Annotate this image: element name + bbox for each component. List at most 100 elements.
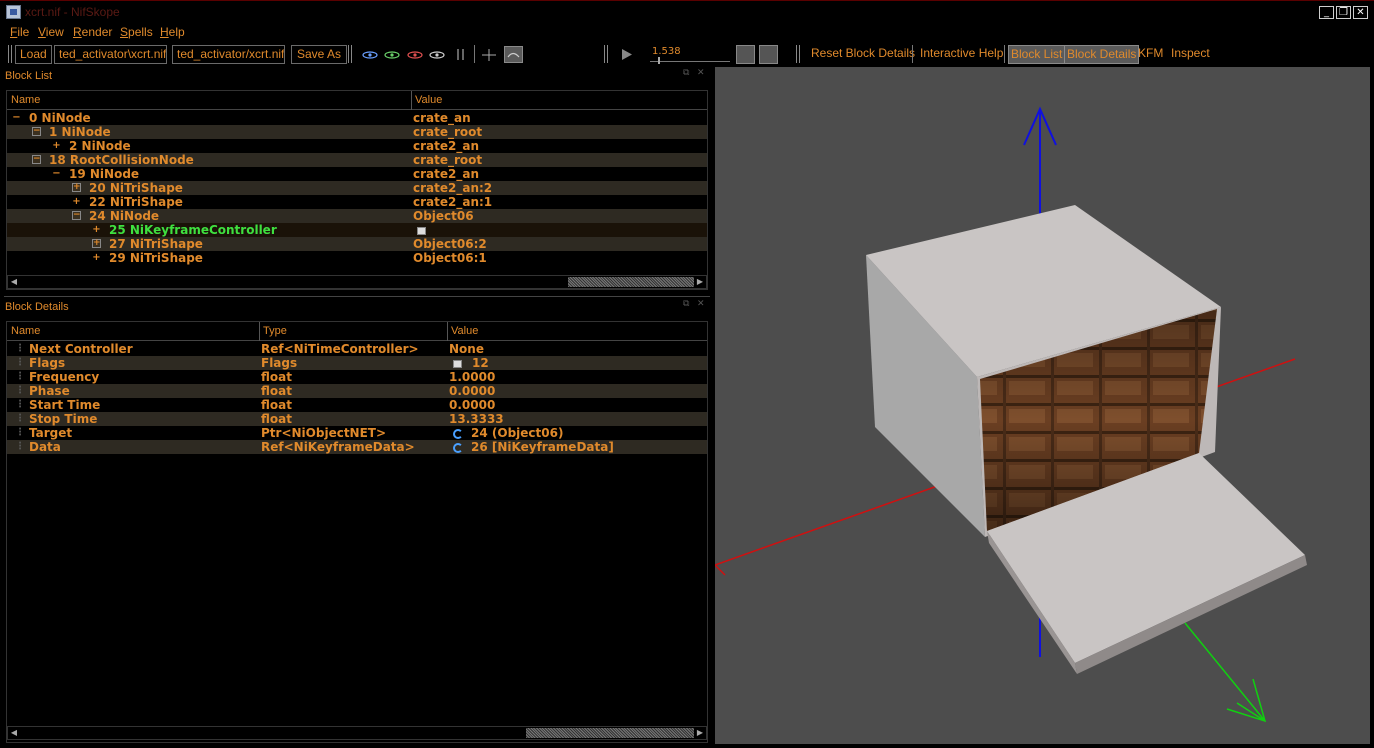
scroll-left-icon[interactable]: ◀ [8, 276, 20, 288]
eye-blue-icon[interactable] [361, 47, 379, 62]
expand-icon[interactable]: + [92, 251, 101, 265]
tree-row[interactable]: − 19 NiNode crate2_an [7, 167, 707, 181]
menu-render[interactable]: Render [73, 25, 112, 39]
tree-row[interactable]: + 22 NiTriShape crate2_an:1 [7, 195, 707, 209]
interactive-help-button[interactable]: Interactive Help [920, 45, 1003, 64]
field-value[interactable]: 26 [NiKeyframeData] [453, 440, 614, 454]
dock-float-icon[interactable]: ⧉ [683, 68, 689, 78]
expand-icon[interactable]: + [92, 239, 101, 248]
reset-block-details-button[interactable]: Reset Block Details [811, 45, 915, 64]
toolbar-handle-panels[interactable] [796, 45, 800, 63]
tree-row[interactable]: + 27 NiTriShape Object06:2 [7, 237, 707, 251]
block-details-hscrollbar[interactable]: ◀ ▶ [7, 726, 707, 740]
inspect-toggle[interactable]: Inspect [1171, 45, 1210, 64]
collapse-icon[interactable]: − [32, 127, 41, 136]
detail-row[interactable]: ⋮ Phase float 0.0000 [7, 384, 707, 398]
dock-close-icon[interactable]: ✕ [697, 68, 705, 78]
load-button[interactable]: Load [15, 45, 52, 64]
eye-red-icon[interactable] [406, 47, 424, 62]
detail-row[interactable]: ⋮ Start Time float 0.0000 [7, 398, 707, 412]
eye-green-icon[interactable] [383, 47, 401, 62]
col-name-header[interactable]: Name [11, 325, 40, 337]
tree-row-selected[interactable]: + 25 NiKeyframeController [7, 223, 707, 237]
detail-row[interactable]: ⋮ Target Ptr<NiObjectNET> 24 (Object06) [7, 426, 707, 440]
expand-icon[interactable]: + [72, 195, 81, 209]
toolbar-handle-view[interactable] [348, 45, 352, 63]
collapse-icon[interactable]: − [12, 111, 21, 125]
menu-spells[interactable]: Spells [120, 25, 153, 39]
expand-icon[interactable]: + [72, 183, 81, 192]
detail-row[interactable]: ⋮ Stop Time float 13.3333 [7, 412, 707, 426]
close-button[interactable]: ✕ [1353, 6, 1368, 19]
eye-white-icon[interactable] [428, 47, 446, 62]
detail-row[interactable]: ⋮ Next Controller Ref<NiTimeController> … [7, 342, 707, 356]
switch-anim-icon[interactable] [759, 45, 778, 64]
detail-row[interactable]: ⋮ Flags Flags 12 [7, 356, 707, 370]
field-value[interactable]: 0.0000 [449, 384, 495, 398]
expand-icon[interactable]: + [52, 139, 61, 153]
save-as-button[interactable]: Save As [291, 45, 348, 64]
scroll-thumb[interactable] [526, 728, 694, 738]
menu-view-label: iew [45, 25, 64, 39]
expand-icon[interactable]: + [92, 223, 101, 237]
tree-row[interactable]: − 1 NiNode crate_root [7, 125, 707, 139]
wireframe-icon[interactable] [504, 46, 523, 63]
col-type-header[interactable]: Type [263, 325, 287, 337]
block-list-toggle[interactable]: Block List [1008, 45, 1066, 64]
detail-row[interactable]: ⋮ Data Ref<NiKeyframeData> 26 [NiKeyfram… [7, 440, 707, 454]
scroll-right-icon[interactable]: ▶ [694, 727, 706, 739]
tree-row[interactable]: + 29 NiTriShape Object06:1 [7, 251, 707, 265]
play-icon[interactable] [618, 47, 636, 62]
walk-icon[interactable] [452, 47, 470, 62]
field-value[interactable]: 1.0000 [449, 370, 495, 384]
col-name-header[interactable]: Name [11, 94, 40, 106]
anim-time-slider[interactable]: 1.538 [650, 46, 730, 64]
block-name: 18 RootCollisionNode [49, 153, 194, 167]
collapse-icon[interactable]: − [72, 211, 81, 220]
tree-row[interactable]: + 2 NiNode crate2_an [7, 139, 707, 153]
flag-icon [417, 223, 436, 237]
restore-button[interactable]: ❐ [1336, 6, 1351, 19]
scroll-right-icon[interactable]: ▶ [694, 276, 706, 288]
save-path-field[interactable]: ted_activator/xcrt.nif [172, 45, 285, 64]
minimize-button[interactable]: _ [1319, 6, 1334, 19]
collapse-icon[interactable]: − [32, 155, 41, 164]
menu-help[interactable]: Help [160, 25, 185, 39]
block-list-tree[interactable]: Name Value − 0 NiNode crate_an − 1 NiNod… [6, 90, 708, 290]
dock-close-icon[interactable]: ✕ [697, 299, 705, 309]
render-viewport[interactable] [715, 67, 1370, 744]
menu-file-label: ile [17, 25, 30, 39]
block-details-tree[interactable]: Name Type Value ⋮ Next Controller Ref<Ni… [6, 321, 708, 743]
anim-time-handle[interactable] [658, 57, 660, 64]
menu-view[interactable]: View [38, 25, 64, 39]
block-name: 29 NiTriShape [109, 251, 203, 265]
load-path-field[interactable]: ted_activator\xcrt.nif [54, 45, 167, 64]
dock-splitter[interactable] [4, 296, 710, 297]
scroll-left-icon[interactable]: ◀ [8, 727, 20, 739]
tree-row[interactable]: − 0 NiNode crate_an [7, 111, 707, 125]
scroll-thumb[interactable] [568, 277, 694, 287]
field-value[interactable]: 24 (Object06) [453, 426, 563, 440]
tree-row[interactable]: + 20 NiTriShape crate2_an:2 [7, 181, 707, 195]
detail-row[interactable]: ⋮ Frequency float 1.0000 [7, 370, 707, 384]
field-value[interactable]: 0.0000 [449, 398, 495, 412]
field-value[interactable]: None [449, 342, 484, 356]
field-value[interactable]: 12 [453, 356, 489, 370]
menu-file[interactable]: File [10, 25, 29, 39]
col-value-header[interactable]: Value [415, 94, 442, 106]
dock-float-icon[interactable]: ⧉ [683, 299, 689, 309]
col-value-header[interactable]: Value [451, 325, 478, 337]
block-list-hscrollbar[interactable]: ◀ ▶ [7, 275, 707, 289]
collapse-icon[interactable]: − [52, 167, 61, 181]
tree-line: ⋮ [15, 371, 25, 382]
toolbar-handle-anim[interactable] [604, 45, 608, 63]
block-details-toggle[interactable]: Block Details [1064, 45, 1140, 64]
toolbar-handle[interactable] [8, 45, 12, 63]
axes-icon[interactable] [480, 47, 498, 62]
tree-row[interactable]: − 18 RootCollisionNode crate_root [7, 153, 707, 167]
field-value[interactable]: 13.3333 [449, 412, 504, 426]
loop-icon[interactable] [736, 45, 755, 64]
kfm-toggle[interactable]: KFM [1138, 45, 1163, 64]
block-details-title: Block Details [5, 301, 69, 313]
tree-row[interactable]: − 24 NiNode Object06 [7, 209, 707, 223]
